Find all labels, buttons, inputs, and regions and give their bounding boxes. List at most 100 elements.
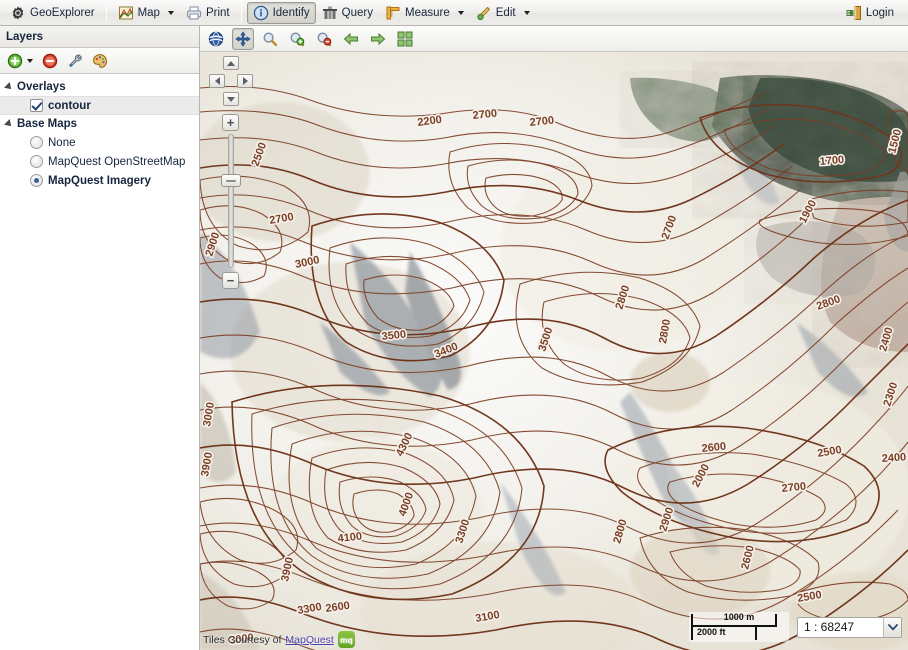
layer-label-contour: contour xyxy=(48,100,91,112)
identify-button[interactable]: Identify xyxy=(247,2,316,24)
scale-bar-imperial-row: 2000 ft xyxy=(689,627,789,641)
map-viewport[interactable]: 2200220029002900270027002500250027002700… xyxy=(200,52,908,650)
contour-checkbox[interactable] xyxy=(30,99,43,112)
basemap-label-mapquest-osm: MapQuest OpenStreetMap xyxy=(48,156,185,168)
zoom-slider-handle[interactable] xyxy=(221,174,241,187)
remove-red-minus-icon xyxy=(42,53,58,69)
scale-selector[interactable]: 1 : 68247 xyxy=(797,617,902,638)
map-nav-previous-button[interactable] xyxy=(340,28,362,50)
scale-selector-value: 1 : 68247 xyxy=(804,620,883,634)
zoom-out-button[interactable]: − xyxy=(222,272,239,289)
tree-group-label: Base Maps xyxy=(17,118,77,130)
basemap-radio-none[interactable] xyxy=(30,136,43,149)
map-nav-next-button[interactable] xyxy=(367,28,389,50)
tree-group-base-maps[interactable]: Base Maps xyxy=(0,115,199,133)
mapquest-logo-icon: mq xyxy=(338,631,355,648)
pan-down-button[interactable] xyxy=(223,92,239,106)
query-button[interactable]: Query xyxy=(316,2,379,24)
query-label: Query xyxy=(342,7,373,19)
map-menu-button[interactable]: Map xyxy=(112,2,180,24)
mapquest-link[interactable]: MapQuest xyxy=(285,634,333,646)
zoom-extent-icon xyxy=(397,31,413,47)
scale-bar-metric-row: 1000 m xyxy=(689,612,789,626)
globe-icon xyxy=(208,31,224,47)
expand-collapse-icon[interactable] xyxy=(4,82,14,92)
layer-styles-button[interactable] xyxy=(89,51,111,71)
map-pan-button[interactable] xyxy=(232,28,254,50)
chevron-down-icon xyxy=(458,11,464,15)
arrow-left-green-icon xyxy=(343,31,359,47)
map-zoom-out-button[interactable] xyxy=(313,28,335,50)
map-zoom-box-button[interactable] xyxy=(259,28,281,50)
basemap-item-mapquest-osm[interactable]: MapQuest OpenStreetMap xyxy=(0,152,199,171)
query-icon xyxy=(322,5,338,21)
map-panel: 2200220029002900270027002500250027002700… xyxy=(200,26,908,650)
map-tiles: 2200220029002900270027002500250027002700… xyxy=(200,52,908,650)
zoom-slider-track[interactable] xyxy=(228,134,234,268)
basemap-radio-mapquest-imagery[interactable] xyxy=(30,174,43,187)
magnifier-icon xyxy=(262,31,278,47)
measure-button[interactable]: Measure xyxy=(379,2,470,24)
magnifier-plus-icon xyxy=(289,31,305,47)
measure-label: Measure xyxy=(405,7,450,19)
tree-group-overlays[interactable]: Overlays xyxy=(0,78,199,96)
chevron-down-icon xyxy=(168,11,174,15)
basemap-item-none[interactable]: None xyxy=(0,133,199,152)
map-globe-button[interactable] xyxy=(205,28,227,50)
wrench-icon xyxy=(67,53,83,69)
gear-icon xyxy=(10,5,26,21)
magnifier-minus-icon xyxy=(316,31,332,47)
basemap-radio-mapquest-osm[interactable] xyxy=(30,155,43,168)
zoom-out-label: − xyxy=(227,274,235,287)
add-layer-button[interactable] xyxy=(4,51,36,71)
layers-toolbar xyxy=(0,48,199,74)
remove-layer-button[interactable] xyxy=(39,51,61,71)
layers-sidebar: Layers xyxy=(0,26,200,650)
pan-left-button[interactable] xyxy=(209,74,225,88)
app-title-label: GeoExplorer xyxy=(30,7,95,19)
pan-up-button[interactable] xyxy=(223,56,239,70)
basemap-label-mapquest-imagery: MapQuest Imagery xyxy=(48,175,151,187)
login-button[interactable]: Login xyxy=(840,2,900,24)
print-button[interactable]: Print xyxy=(180,2,236,24)
ruler-icon xyxy=(385,5,401,21)
edit-label: Edit xyxy=(496,7,516,19)
toolbar-separator-1 xyxy=(106,4,107,22)
expand-collapse-icon[interactable] xyxy=(4,119,14,129)
zoom-in-label: + xyxy=(227,116,235,129)
app-title-button[interactable]: GeoExplorer xyxy=(4,2,101,24)
layers-panel-title: Layers xyxy=(0,26,199,48)
tree-group-label: Overlays xyxy=(17,81,66,93)
pan-right-button[interactable] xyxy=(237,74,253,88)
scale-tick-left-imperial xyxy=(691,627,693,640)
scale-widgets: 1000 m 2000 ft 1 : 68247 xyxy=(689,612,902,642)
print-label: Print xyxy=(206,7,230,19)
layer-properties-button[interactable] xyxy=(64,51,86,71)
basemap-label-none: None xyxy=(48,137,76,149)
chevron-down-icon xyxy=(27,59,33,63)
pan-hand-icon xyxy=(235,31,251,47)
add-green-plus-icon xyxy=(7,53,23,69)
zoom-in-button[interactable]: + xyxy=(222,114,239,131)
pencil-icon xyxy=(476,5,492,21)
scale-tick-right-imperial xyxy=(755,627,757,640)
map-toolbar xyxy=(200,26,908,52)
attribution-prefix: Tiles Courtesy of xyxy=(203,634,281,646)
scale-bar-imperial-label: 2000 ft xyxy=(689,627,789,637)
chevron-down-icon xyxy=(524,11,530,15)
layer-item-contour[interactable]: contour xyxy=(0,96,199,115)
info-icon xyxy=(253,5,269,21)
map-icon xyxy=(118,5,134,21)
scale-bar-metric-label: 1000 m xyxy=(689,612,789,622)
chevron-down-icon[interactable] xyxy=(883,618,901,637)
login-label: Login xyxy=(866,7,894,19)
login-door-icon xyxy=(846,5,862,21)
map-attribution: Tiles Courtesy of MapQuest mq xyxy=(203,631,355,648)
basemap-item-mapquest-imagery[interactable]: MapQuest Imagery xyxy=(0,171,199,190)
printer-icon xyxy=(186,5,202,21)
map-zoom-max-extent-button[interactable] xyxy=(394,28,416,50)
toolbar-separator-2 xyxy=(241,4,242,22)
top-toolbar: GeoExplorer Map Print xyxy=(0,0,908,26)
map-zoom-in-button[interactable] xyxy=(286,28,308,50)
edit-button[interactable]: Edit xyxy=(470,2,536,24)
